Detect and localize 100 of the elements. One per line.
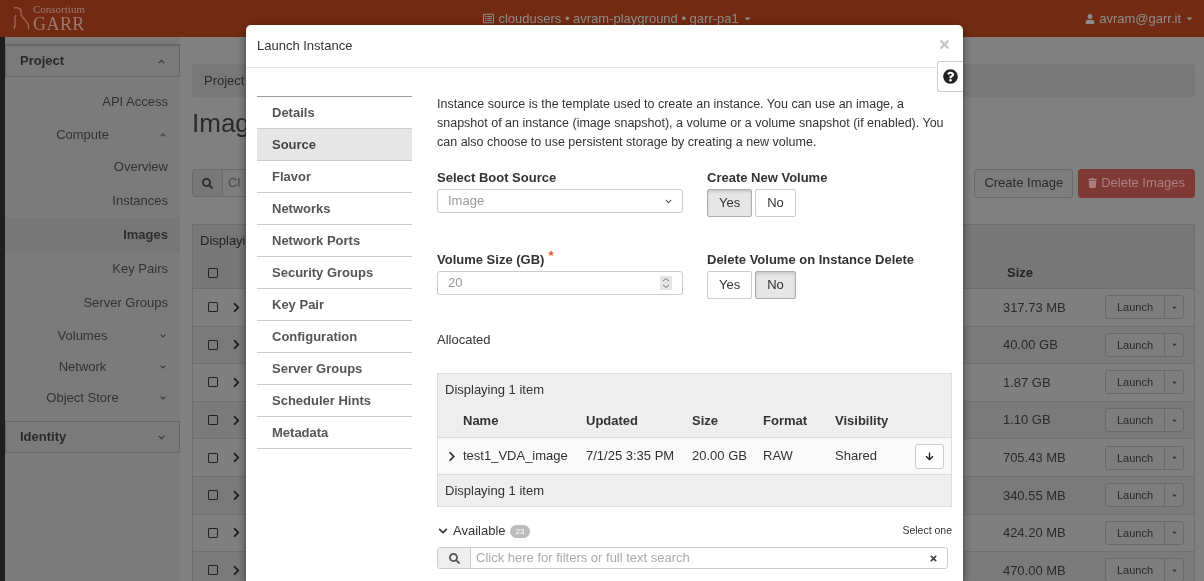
deallocate-button[interactable] — [915, 443, 944, 469]
search-icon — [202, 177, 213, 189]
row-checkbox[interactable] — [208, 377, 218, 388]
chevron-up-icon — [160, 131, 166, 138]
user-menu[interactable]: avram@garr.it — [1085, 8, 1194, 29]
boot-source-select[interactable]: Image — [437, 189, 683, 213]
expand-icon[interactable] — [447, 450, 456, 462]
row-checkbox[interactable] — [208, 415, 218, 426]
row-checkbox[interactable] — [208, 565, 218, 576]
row-checkbox[interactable] — [208, 339, 218, 350]
table-cell-text: RAW — [763, 447, 794, 466]
launch-split-button[interactable]: Launch — [1104, 295, 1184, 320]
trash-icon — [1088, 178, 1098, 188]
table-cell-text: test1_VDA_image — [463, 447, 569, 466]
caret-icon — [1170, 454, 1178, 462]
help-button[interactable] — [937, 61, 963, 92]
sidebar-group[interactable]: Compute — [5, 119, 180, 150]
sidebar-link[interactable]: Overview — [5, 150, 180, 184]
row-checkbox[interactable] — [208, 452, 218, 463]
toggle-option[interactable]: No — [755, 189, 796, 217]
available-toggle[interactable]: Available — [437, 521, 506, 541]
sidebar-group[interactable]: Volumes — [5, 320, 180, 351]
spinner-icon — [660, 276, 672, 290]
caret-icon — [1170, 379, 1178, 386]
field-label: Select Boot Source — [437, 169, 558, 187]
launch-split-button[interactable]: Launch — [1104, 483, 1184, 508]
table-cell-text: 317.73 MB — [1002, 298, 1067, 317]
chevron-down-icon — [160, 332, 166, 339]
launch-split-button[interactable]: Launch — [1104, 445, 1184, 470]
chevron-down-icon — [665, 197, 672, 205]
table-cell-text: 705.43 MB — [1002, 448, 1067, 467]
sidebar-group[interactable]: Network — [5, 351, 180, 382]
toggle-option[interactable]: Yes — [707, 189, 753, 217]
column-header: Name — [463, 412, 500, 431]
table-cell-text: 470.00 MB — [1002, 561, 1067, 580]
required-mark: * — [548, 249, 554, 262]
source-description: Instance source is the template used to create an instance. You can use an image, a snapshot of an instance (image snapshot), a volume or a volume snapshot (if enabled). You can also choose to use persistent storage by creating a new volume. — [437, 96, 945, 151]
caret-icon — [1170, 529, 1178, 537]
logo-subtitle: Consortium — [33, 4, 85, 15]
sidebar-link[interactable]: Server Groups — [5, 286, 180, 320]
table-footer: Displaying 1 item — [445, 480, 544, 501]
row-checkbox[interactable] — [208, 302, 218, 313]
table-caption: Displayi — [200, 232, 246, 251]
count-badge: 23 — [509, 524, 531, 538]
row-checkbox[interactable] — [208, 490, 218, 501]
launch-split-button[interactable]: Launch — [1104, 332, 1184, 357]
toggle-option[interactable]: No — [755, 271, 796, 299]
column-header: Updated — [586, 412, 639, 431]
list-icon — [483, 13, 495, 24]
launch-split-button[interactable]: Launch — [1104, 520, 1184, 545]
sidebar-link[interactable]: Instances — [5, 184, 180, 218]
caret-icon — [1170, 341, 1178, 349]
sidebar-group[interactable]: Object Store — [5, 382, 180, 413]
table-cell-text: 20.00 GB — [692, 447, 748, 466]
project-selector[interactable]: cloudusers • avram-playground • garr-pa1 — [483, 8, 752, 29]
chevron-down-icon — [437, 526, 449, 536]
field-label: Volume Size (GB) — [437, 251, 545, 269]
breadcrumb-link[interactable]: Project — [204, 70, 245, 91]
column-header: Size — [692, 412, 719, 431]
table-cell-text: 7/1/25 3:35 PM — [586, 447, 676, 466]
caret-icon — [742, 14, 752, 23]
search-icon — [448, 552, 460, 564]
table-cell-text: 1.87 GB — [1002, 373, 1052, 392]
column-header: Size — [1007, 263, 1034, 282]
column-header: Format — [763, 412, 809, 431]
field-label: Create New Volume — [707, 169, 829, 187]
help-icon — [943, 69, 958, 84]
row-checkbox[interactable] — [208, 527, 218, 538]
chevron-down-icon — [160, 363, 166, 370]
section-title: Allocated — [437, 331, 492, 349]
table-cell-text: 40.00 GB — [1002, 336, 1059, 355]
header-checkbox[interactable] — [208, 267, 218, 278]
sidebar-link[interactable]: Key Pairs — [5, 252, 180, 286]
caret-icon — [1185, 14, 1194, 23]
available-search-field[interactable]: Click here for filters or full text search — [437, 547, 948, 569]
launch-split-button[interactable]: Launch — [1104, 408, 1184, 433]
volume-size-input[interactable]: 20 — [437, 271, 683, 295]
field-label: Delete Volume on Instance Delete — [707, 251, 916, 269]
sidebar-link[interactable]: API Access — [5, 85, 180, 119]
arrow-down-icon — [925, 451, 934, 461]
create-button[interactable]: Create Image — [974, 168, 1074, 198]
clear-icon[interactable] — [929, 553, 938, 563]
table-cell-text: 424.20 MB — [1002, 524, 1067, 543]
hint-text: Select one — [902, 523, 952, 539]
launch-split-button[interactable]: Launch — [1104, 370, 1184, 395]
sidebar-section[interactable]: Identity — [5, 421, 180, 453]
sidebar-link[interactable]: Images — [5, 218, 180, 252]
table-cell-text: Shared — [835, 447, 878, 466]
sidebar-section[interactable]: Project — [5, 45, 180, 77]
table-cell-text: 1.10 GB — [1002, 411, 1052, 430]
column-header: Visibility — [835, 412, 890, 431]
table-caption: Displaying 1 item — [445, 380, 544, 399]
chevron-up-icon — [158, 57, 165, 65]
dialog-title: Launch Instance — [257, 37, 353, 56]
wizard-step[interactable]: Source — [257, 129, 412, 161]
chevron-down-icon — [160, 394, 166, 401]
launch-split-button[interactable]: Launch — [1104, 558, 1184, 581]
toggle-option[interactable]: Yes — [707, 271, 753, 299]
logo-title: GARR — [33, 15, 85, 33]
delete-button[interactable]: Delete Images — [1078, 168, 1195, 198]
